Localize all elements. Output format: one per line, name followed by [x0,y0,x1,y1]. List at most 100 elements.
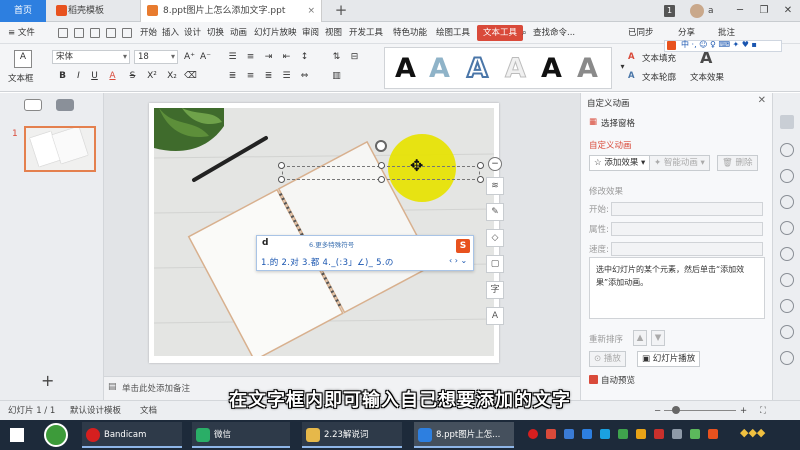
print-icon[interactable] [90,28,100,38]
move-up-icon[interactable]: ▲ [633,330,647,346]
textbox-button[interactable]: 文本框 [8,72,34,84]
file-menu[interactable]: ≡ 文件 [8,22,35,44]
wordart-style-2[interactable]: A [429,52,450,86]
wordart-style-4[interactable]: A [505,52,527,86]
outdent-icon[interactable]: ⇤ [280,51,293,64]
play-button[interactable]: ⊙ 播放 [589,351,626,367]
search-icon[interactable]: ⌕ [522,22,527,44]
text-direction-icon[interactable]: ⇅ [330,51,343,64]
close-window-button[interactable]: ✕ [776,0,800,22]
grow-font-icon[interactable]: A⁺ [183,51,196,64]
tab-document[interactable]: 8.ppt图片上怎么添加文字.ppt × [140,0,322,22]
align-left-icon[interactable]: ≣ [226,70,239,83]
pane-title[interactable]: 自定义动画 [587,97,630,109]
menu-drawing-tools[interactable]: 绘图工具 [436,22,470,44]
fill-icon[interactable]: ◇ [486,229,504,247]
tray-security-icon[interactable] [618,429,628,439]
tray-qq-icon[interactable] [600,429,610,439]
maximize-button[interactable]: ❐ [752,0,776,22]
font-size-select[interactable]: 18 [134,50,178,64]
share-icon[interactable] [780,299,794,313]
wordart-style-6[interactable]: A [577,52,598,86]
help-icon[interactable] [780,273,794,287]
taskbar-wechat[interactable]: 微信 [192,422,290,448]
wordart-style-1[interactable]: A [395,52,416,86]
style-icon[interactable] [780,195,794,209]
resize-handle[interactable] [378,162,385,169]
shrink-font-icon[interactable]: A⁻ [199,51,212,64]
select-pane-link[interactable]: 选择窗格 [601,117,635,129]
tray-record-icon[interactable] [528,429,538,439]
taskbar-wps[interactable]: 8.ppt图片上怎... [414,422,514,448]
user-name[interactable]: a [708,0,714,22]
menu-text-tools[interactable]: 文本工具 [477,25,524,41]
subscript-button[interactable]: X₂ [163,70,181,83]
wordart-style-3[interactable]: A [466,52,489,86]
bullets-icon[interactable]: ☰ [226,51,239,64]
tray-antivirus-icon[interactable] [654,429,664,439]
location-icon[interactable] [780,247,794,261]
backup-icon[interactable] [780,325,794,339]
strikethrough-button[interactable]: S [126,70,139,83]
menu-features[interactable]: 特色功能 [393,22,427,44]
menu-view[interactable]: 视图 [325,22,342,44]
resize-handle[interactable] [378,176,385,183]
tray-volume-icon[interactable] [672,429,682,439]
slide-view-icon[interactable] [56,99,74,111]
text-outline-icon[interactable]: A [628,71,635,81]
ime-page-arrows-icon[interactable]: ‹ › ⌄ [449,256,467,265]
start-select[interactable] [611,202,763,216]
text-fill-icon[interactable]: A [628,52,635,62]
resize-handle[interactable] [278,176,285,183]
export-pdf-icon[interactable] [74,28,84,38]
close-pane-icon[interactable]: ✕ [758,95,766,106]
undo-icon[interactable] [106,28,116,38]
menu-start[interactable]: 开始 [140,22,157,44]
underline-button[interactable]: U [88,70,101,83]
indent-icon[interactable]: ⇥ [262,51,275,64]
avatar[interactable] [690,4,704,18]
menu-slideshow[interactable]: 幻灯片放映 [254,22,297,44]
ime-hint[interactable]: 6.更多特殊符号 [309,239,354,249]
distribute-icon[interactable]: ⇔ [298,70,311,83]
resize-handle[interactable] [278,162,285,169]
new-tab-button[interactable]: + [332,0,350,22]
columns-icon[interactable]: ▥ [330,70,343,83]
speed-select[interactable] [611,242,763,256]
menu-animation[interactable]: 动画 [230,22,247,44]
resize-handle[interactable] [477,176,484,183]
tray-battery-icon[interactable] [690,429,700,439]
properties-icon[interactable] [780,115,794,129]
property-select[interactable] [611,222,763,236]
autopreview-checkbox[interactable] [589,375,598,384]
menu-design[interactable]: 设计 [184,22,201,44]
slide-canvas[interactable]: ✥ [149,103,499,363]
textbox-icon[interactable]: A [14,50,32,68]
ime-mode-icon[interactable]: 中 ·, ☺ ♀ ⌨ ✦ ♥ ▪ [681,39,757,50]
menu-insert[interactable]: 插入 [162,22,179,44]
tray-app-icon[interactable] [546,429,556,439]
superscript-button[interactable]: X² [143,70,161,83]
align-center-icon[interactable]: ≡ [244,70,257,83]
minimize-button[interactable]: ─ [728,0,752,22]
move-down-icon[interactable]: ▼ [651,330,665,346]
align-right-icon[interactable]: ≣ [262,70,275,83]
windows-start-icon[interactable] [10,428,24,442]
menu-transition[interactable]: 切换 [207,22,224,44]
search-command[interactable]: 查找命令... [533,22,575,44]
numbering-icon[interactable]: ≡ [244,51,257,64]
delete-button[interactable]: 🗑 删除 [717,155,758,171]
menu-review[interactable]: 审阅 [302,22,319,44]
text-fill-button[interactable]: 文本填充 [642,52,676,64]
menu-developer[interactable]: 开发工具 [349,22,383,44]
line-spacing-icon[interactable]: ↕ [298,51,311,64]
text-outline-button[interactable]: 文本轮廓 [642,71,676,83]
ime-toolbar[interactable]: 中 ·, ☺ ♀ ⌨ ✦ ♥ ▪ [664,40,782,52]
font-icon[interactable]: 字 [486,281,504,299]
transition-icon[interactable] [780,169,794,183]
slide-thumbnail[interactable] [24,126,96,172]
slideshow-button[interactable]: ▣ 幻灯片播放 [637,351,701,367]
taskbar-folder[interactable]: 2.23解说词 [302,422,402,448]
ime-candidate-window[interactable]: d 6.更多特殊符号 S 1.的 2.对 3.都 4._(:3」∠)_ 5.の … [256,235,474,271]
font-family-select[interactable]: 宋体 [52,50,130,64]
